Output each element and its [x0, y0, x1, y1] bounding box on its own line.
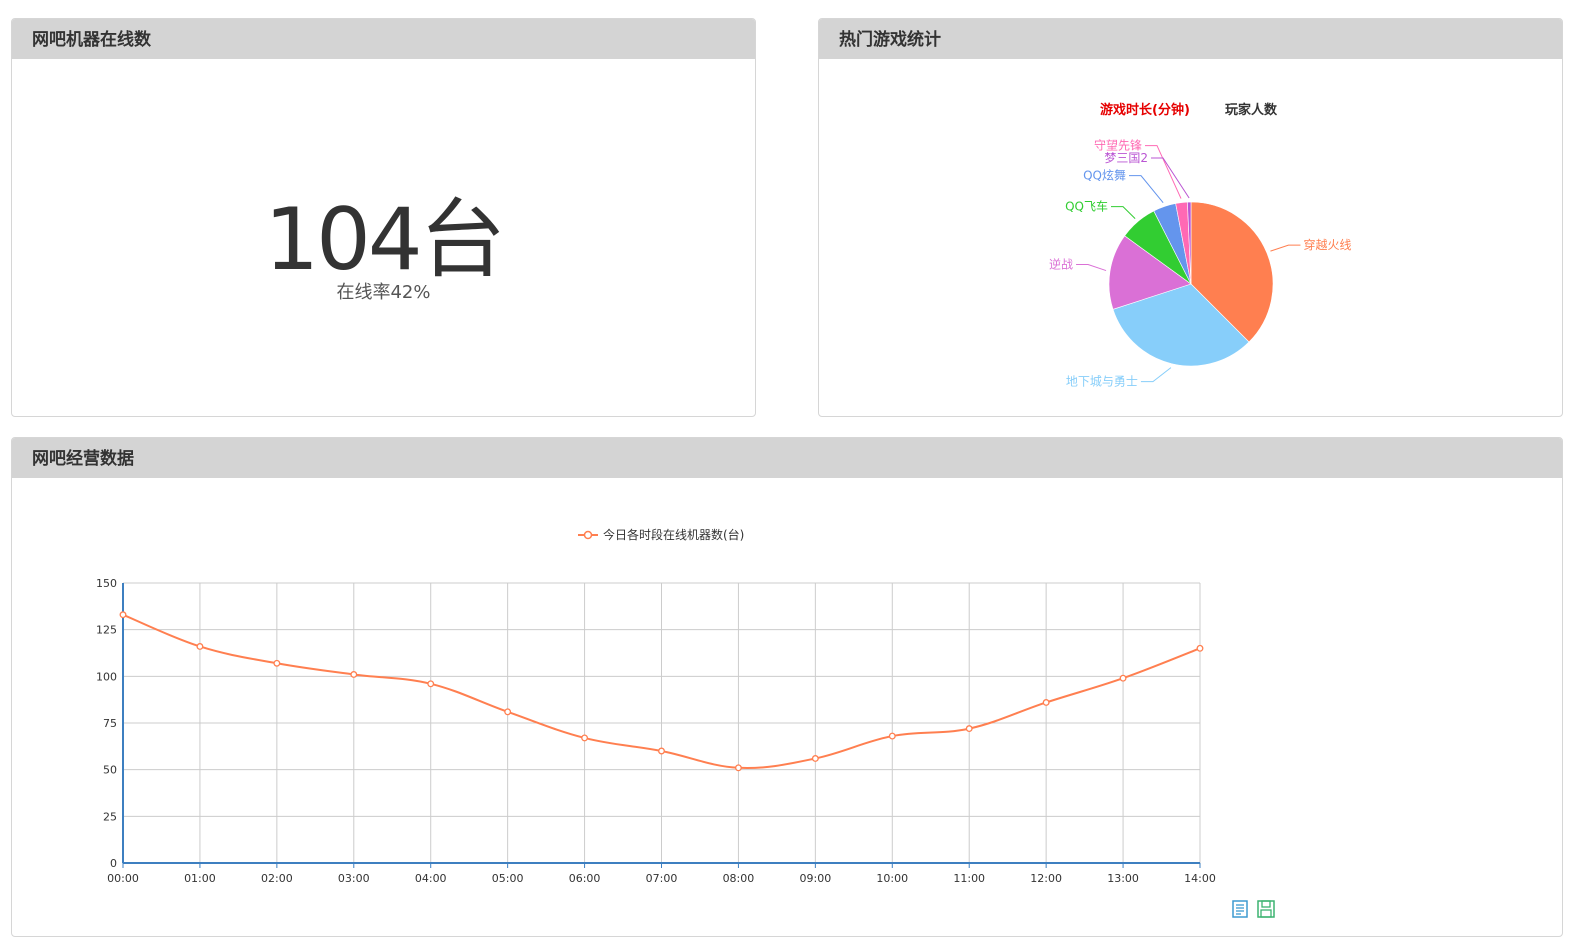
- x-tick-label: 12:00: [1030, 872, 1062, 885]
- data-point[interactable]: [1119, 674, 1127, 682]
- line-legend-label: 今日各时段在线机器数(台): [603, 527, 744, 542]
- data-point[interactable]: [811, 755, 819, 762]
- y-tick-label: 100: [96, 670, 117, 683]
- operations-panel: 网吧经营数据 今日各时段在线机器数(台) 0 25 50 75 100 125 150 00:…: [11, 437, 1563, 937]
- line-legend[interactable]: 今日各时段在线机器数(台): [578, 527, 744, 542]
- data-point[interactable]: [350, 671, 358, 678]
- pie-slice-label: 地下城与勇士: [1066, 375, 1138, 389]
- online-machines-panel: 网吧机器在线数 104台 在线率42%: [11, 18, 756, 417]
- hot-games-panel: 热门游戏统计 游戏时长(分钟) 玩家人数 穿越火线地下城与勇士 逆战 QQ飞车 QQ炫…: [818, 18, 1563, 417]
- x-tick-label: 04:00: [415, 872, 447, 885]
- save-image-icon[interactable]: [1256, 899, 1276, 919]
- tab-play-time[interactable]: 游戏时长(分钟): [1100, 102, 1190, 118]
- pie-slice-label: 梦三国2: [1104, 151, 1148, 165]
- pie-slice-label: QQ炫舞: [1083, 168, 1126, 183]
- x-tick-label: 10:00: [876, 872, 908, 885]
- x-tick-label: 00:00: [107, 872, 139, 885]
- data-point[interactable]: [965, 725, 973, 733]
- y-tick-label: 125: [96, 624, 117, 637]
- x-tick-label: 11:00: [953, 872, 985, 885]
- data-point[interactable]: [427, 680, 435, 688]
- data-point[interactable]: [658, 747, 665, 755]
- data-point[interactable]: [734, 764, 742, 772]
- ops-panel-title: 网吧经营数据: [12, 438, 1562, 478]
- data-point[interactable]: [888, 732, 896, 740]
- y-tick-label: 50: [103, 764, 117, 777]
- pie-slice-label: 穿越火线: [1303, 237, 1351, 252]
- x-tick-label: 13:00: [1107, 872, 1139, 885]
- online-rate: 在线率42%: [336, 282, 431, 303]
- pie-slice-label: 逆战: [1049, 257, 1073, 272]
- x-tick-label: 08:00: [723, 872, 755, 885]
- online-count: 104台: [264, 190, 505, 290]
- pie-slice-label: QQ飞车: [1065, 199, 1108, 214]
- y-tick-label: 75: [103, 717, 117, 730]
- games-panel-title: 热门游戏统计: [819, 19, 1562, 59]
- data-point[interactable]: [196, 643, 204, 650]
- x-tick-label: 14:00: [1184, 872, 1216, 885]
- data-view-icon[interactable]: [1230, 899, 1250, 919]
- data-point[interactable]: [119, 611, 127, 619]
- x-tick-label: 07:00: [646, 872, 678, 885]
- x-tick-label: 02:00: [261, 872, 293, 885]
- data-point[interactable]: [504, 708, 512, 716]
- data-point[interactable]: [273, 659, 281, 667]
- x-tick-label: 03:00: [338, 872, 370, 885]
- x-tick-label: 09:00: [800, 872, 832, 885]
- x-tick-label: 06:00: [569, 872, 601, 885]
- online-machines-line-chart: 今日各时段在线机器数(台) 0 25 50 75 100 125 150 00:00 01:00…: [96, 527, 1216, 885]
- y-tick-label: 0: [110, 857, 117, 870]
- tab-player-count[interactable]: 玩家人数: [1225, 102, 1278, 118]
- y-tick-label: 25: [103, 810, 117, 823]
- data-point[interactable]: [1042, 699, 1050, 706]
- online-panel-title: 网吧机器在线数: [12, 19, 755, 59]
- data-point[interactable]: [1196, 644, 1204, 652]
- games-pie-chart: 游戏时长(分钟) 玩家人数 穿越火线地下城与勇士逆战QQ飞车QQ炫舞守望先锋梦三…: [1049, 102, 1351, 389]
- y-tick-label: 150: [96, 577, 117, 590]
- data-point[interactable]: [581, 734, 589, 742]
- x-tick-label: 01:00: [184, 872, 216, 885]
- x-tick-label: 05:00: [492, 872, 524, 885]
